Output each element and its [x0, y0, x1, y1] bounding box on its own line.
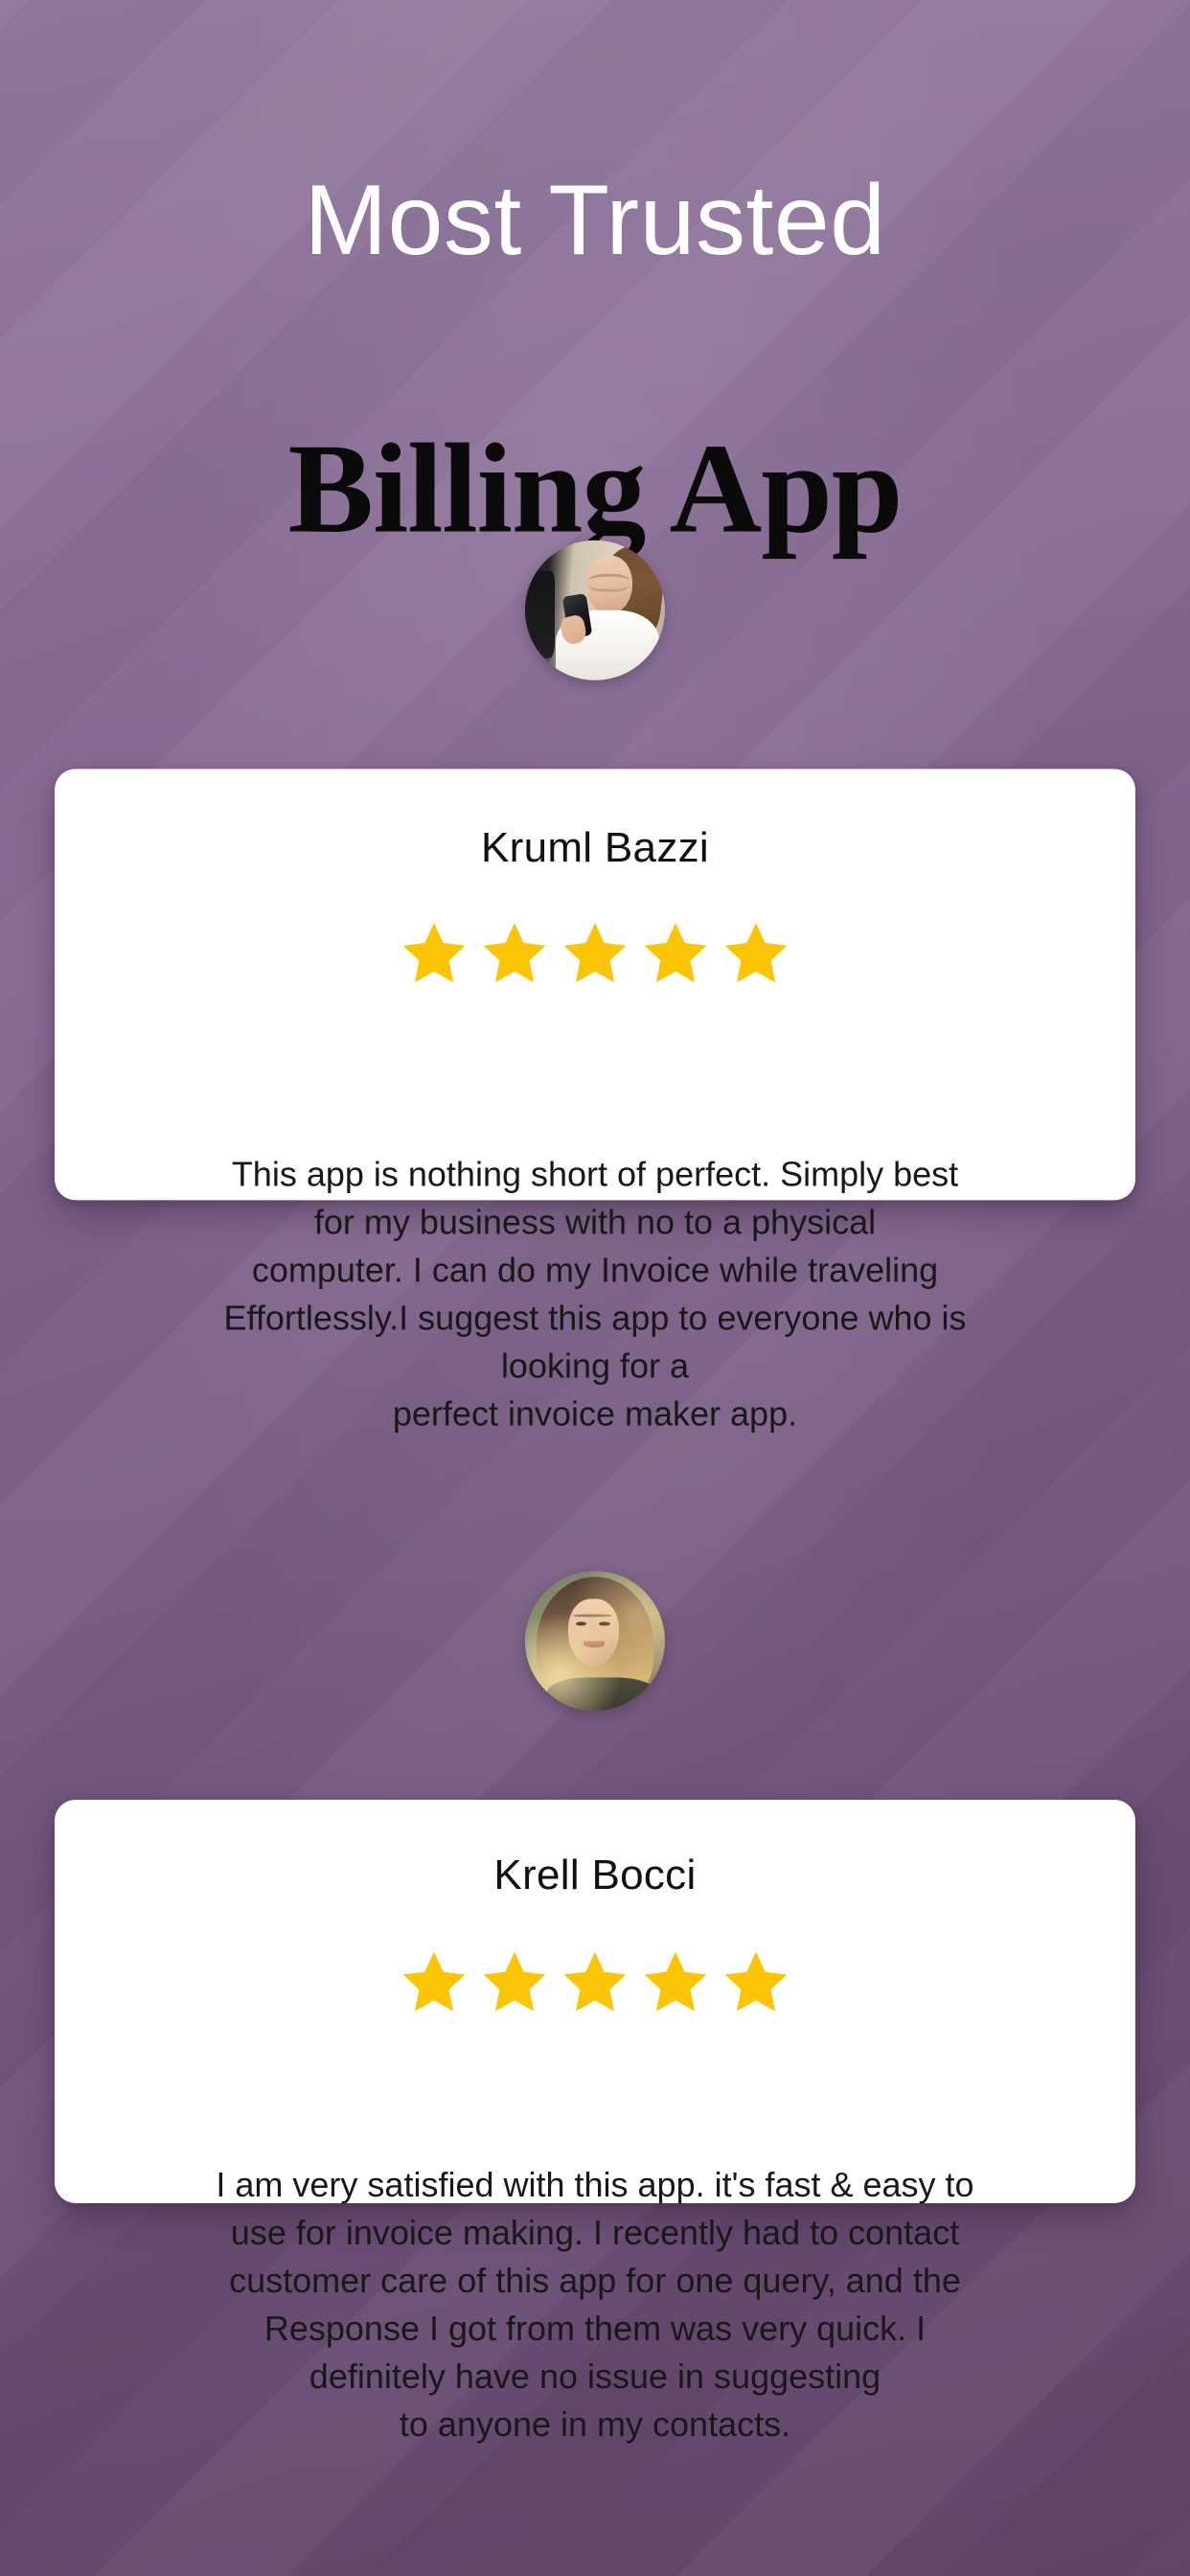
avatar: [525, 1571, 665, 1712]
star-icon: [483, 1951, 546, 2012]
headline-primary: Most Trusted: [304, 165, 886, 277]
poster-content: Most Trusted Billing App Kruml Bazzi Thi…: [0, 0, 1190, 2576]
star-rating: [0, 918, 1190, 987]
review-text: I am very satisfied with this app. it's …: [216, 2165, 974, 2445]
glasses-icon: [587, 573, 630, 592]
star-icon: [563, 923, 627, 983]
star-icon: [563, 1951, 627, 2012]
review-text: This app is nothing short of perfect. Si…: [223, 1154, 967, 1434]
reviewer-name: Krell Bocci: [493, 1851, 697, 1898]
avatar-backdrop-shadow: [525, 570, 555, 658]
star-rating: [0, 1947, 1190, 2016]
star-icon: [724, 923, 788, 983]
star-icon: [402, 1951, 466, 2012]
reviewer-name: Kruml Bazzi: [480, 824, 710, 872]
testimonial-poster: Most Trusted Billing App Kruml Bazzi Thi…: [0, 0, 1190, 2576]
star-icon: [724, 1951, 788, 2012]
headline-secondary: Billing App: [287, 417, 904, 560]
star-icon: [402, 923, 466, 983]
avatar: [525, 540, 665, 680]
avatar-sun-glow: [525, 1571, 665, 1712]
star-icon: [644, 923, 707, 983]
star-icon: [644, 1951, 707, 2012]
star-icon: [483, 923, 546, 983]
